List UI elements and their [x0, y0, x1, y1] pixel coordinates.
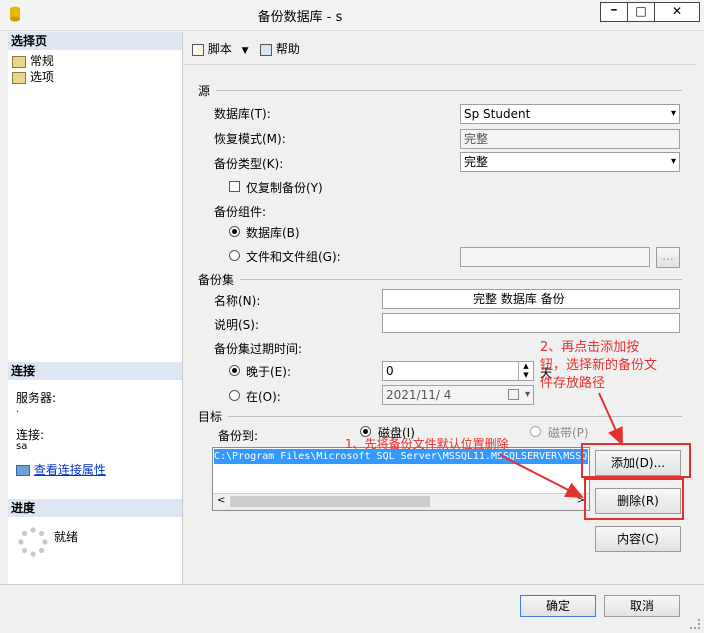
ok-button[interactable]: 确定: [520, 595, 596, 617]
resize-grip-icon[interactable]: [690, 619, 700, 629]
cancel-button[interactable]: 取消: [604, 595, 680, 617]
annotation-arrow-2: [598, 392, 623, 446]
footer: 确定 取消: [0, 584, 704, 633]
annotation-arrow-1: [499, 454, 584, 498]
annotation-arrows: [499, 392, 623, 498]
